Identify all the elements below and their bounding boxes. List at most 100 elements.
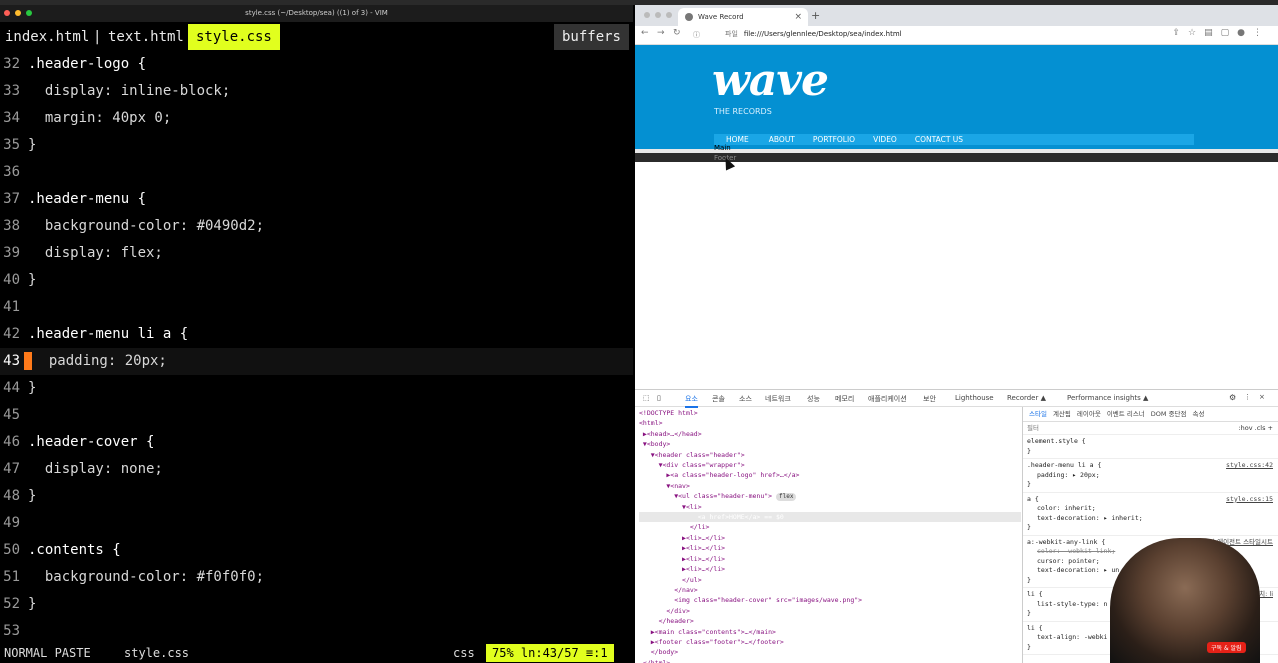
browser-tab[interactable]: Wave Record × <box>678 8 808 26</box>
reload-icon[interactable]: ↻ <box>673 28 681 38</box>
devtools-tab[interactable]: 메모리 <box>835 394 854 404</box>
code-text: } <box>28 596 37 612</box>
menu-item-contact[interactable]: CONTACT US <box>915 134 963 145</box>
dom-node[interactable]: ▶<head>…</head> <box>639 429 1021 439</box>
toolbar-icons[interactable]: ⇪☆▤▢●⋮ <box>1173 28 1270 38</box>
device-toggle-icon[interactable]: ▯ <box>657 394 661 402</box>
browser-window-controls[interactable] <box>644 12 672 18</box>
dom-node[interactable]: <img class="header-cover" src="images/wa… <box>639 595 1021 605</box>
menu-item-about[interactable]: ABOUT <box>769 134 795 145</box>
url-field[interactable]: 파일 file:///Users/glennlee/Desktop/sea/ind… <box>725 29 902 39</box>
dom-node[interactable]: <!DOCTYPE html> <box>639 408 1021 418</box>
filter-toggles[interactable]: :hov .cls + <box>1238 422 1273 434</box>
vim-statusline: NORMAL PASTE style.css css 75% ln:43/57 … <box>0 644 633 662</box>
code-text: } <box>28 272 37 288</box>
main-band <box>635 149 1278 153</box>
dom-node[interactable]: </body> <box>639 647 1021 657</box>
code-text: .header-cover { <box>28 434 155 450</box>
styles-tab[interactable]: DOM 중단점 <box>1151 410 1187 418</box>
subscribe-badge: 구독 & 알림 <box>1207 642 1246 653</box>
settings-gear-icon[interactable]: ⚙ <box>1229 393 1236 402</box>
maximize-window-icon[interactable] <box>666 12 672 18</box>
devtools-tab[interactable]: 소스 <box>739 394 752 404</box>
back-icon[interactable]: ← <box>641 28 649 38</box>
devtools-tab[interactable]: Lighthouse <box>955 394 994 402</box>
menu-item-video[interactable]: VIDEO <box>873 134 897 145</box>
close-window-icon[interactable] <box>4 10 10 16</box>
devtools-tab[interactable]: 보안 <box>923 394 936 404</box>
dom-node[interactable]: </ul> <box>639 575 1021 585</box>
dom-node[interactable]: ▶<li>…</li> <box>639 543 1021 553</box>
dom-node[interactable]: ▼<div class="wrapper"> <box>639 460 1021 470</box>
devtools-tab[interactable]: Recorder ▲ <box>1007 394 1046 402</box>
minimize-window-icon[interactable] <box>15 10 21 16</box>
dom-node[interactable]: </html> <box>639 658 1021 663</box>
dom-node[interactable]: ▼<body> <box>639 439 1021 449</box>
styles-tab[interactable]: 계산됨 <box>1053 410 1071 418</box>
styles-tab[interactable]: 스타일 <box>1029 410 1047 418</box>
devtools-tab[interactable]: Performance insights ▲ <box>1067 394 1148 402</box>
code-line: 45 <box>0 402 633 429</box>
dom-node[interactable]: ▶<footer class="footer">…</footer> <box>639 637 1021 647</box>
rule-source[interactable]: style.css:42 <box>1226 461 1273 471</box>
code-text: padding: 20px; <box>32 353 167 369</box>
rule-selector[interactable]: element.style { <box>1027 437 1275 447</box>
devtools-tab[interactable]: 콘솔 <box>712 394 725 404</box>
styles-tab[interactable]: 속성 <box>1193 410 1205 418</box>
dom-node[interactable]: <a href>HOME</a> == $0 <box>639 512 1021 523</box>
code-text: } <box>28 380 37 396</box>
styles-tab[interactable]: 레이아웃 <box>1077 410 1101 418</box>
buffer-tab-text[interactable]: text.html <box>108 24 184 50</box>
styles-filter[interactable]: 필터 :hov .cls + <box>1023 422 1278 435</box>
dom-node[interactable]: ▶<li>…</li> <box>639 564 1021 574</box>
minimize-window-icon[interactable] <box>655 12 661 18</box>
dom-node[interactable]: ▼<li> <box>639 502 1021 512</box>
code-line: 37 .header-menu { <box>0 186 633 213</box>
dom-node[interactable]: </nav> <box>639 585 1021 595</box>
css-declaration[interactable]: padding: ▸ 20px; <box>1027 471 1275 481</box>
dom-node[interactable]: </header> <box>639 616 1021 626</box>
dom-node[interactable]: ▼<nav> <box>639 481 1021 491</box>
code-line: 36 <box>0 159 633 186</box>
styles-tab[interactable]: 이벤트 리스너 <box>1107 410 1145 418</box>
dom-node[interactable]: <html> <box>639 418 1021 428</box>
dom-node[interactable]: </div> <box>639 606 1021 616</box>
devtools-tab[interactable]: 네트워크 <box>765 394 791 404</box>
code-area[interactable]: 32 .header-logo {33 display: inline-block… <box>0 51 633 645</box>
close-tab-icon[interactable]: × <box>794 8 802 26</box>
maximize-window-icon[interactable] <box>26 10 32 16</box>
line-number: 45 <box>3 407 20 423</box>
rule-source[interactable]: style.css:15 <box>1226 495 1273 505</box>
dom-tree[interactable]: <!DOCTYPE html> <html> ▶<head>…</head> ▼<… <box>639 408 1021 663</box>
code-line: 47 display: none; <box>0 456 633 483</box>
close-devtools-icon[interactable]: × <box>1259 393 1265 401</box>
css-declaration[interactable]: text-decoration: ▸ inherit; <box>1027 514 1275 524</box>
site-logo[interactable]: wave <box>712 55 829 106</box>
line-number: 43 <box>3 353 20 369</box>
inspect-icon[interactable]: ⬚ <box>643 394 650 402</box>
more-icon[interactable]: ⋮ <box>1244 393 1251 401</box>
devtools-tab[interactable]: 애플리케이션 <box>868 394 907 404</box>
buffer-tab-style-active[interactable]: style.css <box>188 24 280 50</box>
dom-node[interactable]: ▶<li>…</li> <box>639 533 1021 543</box>
devtools-tab[interactable]: 요소 <box>685 394 698 408</box>
close-window-icon[interactable] <box>644 12 650 18</box>
flex-badge[interactable]: flex <box>775 493 797 502</box>
dom-node[interactable]: ▼<ul class="header-menu"> flex <box>639 491 1021 502</box>
line-number: 52 <box>3 596 20 612</box>
dom-node[interactable]: </li> <box>639 522 1021 532</box>
mode-indicator: NORMAL PASTE <box>4 646 91 660</box>
css-declaration[interactable]: color: inherit; <box>1027 504 1275 514</box>
dom-node[interactable]: ▶<li>…</li> <box>639 554 1021 564</box>
window-controls[interactable] <box>4 10 32 16</box>
menu-item-portfolio[interactable]: PORTFOLIO <box>813 134 855 145</box>
new-tab-icon[interactable]: + <box>811 9 820 22</box>
buffer-tab-index[interactable]: index.html <box>5 24 89 50</box>
dom-node[interactable]: ▼<header class="header"> <box>639 450 1021 460</box>
devtools-tab[interactable]: 성능 <box>807 394 820 404</box>
dom-node[interactable]: ▶<main class="contents">…</main> <box>639 627 1021 637</box>
code-line: 40} <box>0 267 633 294</box>
forward-icon[interactable]: → <box>657 28 665 38</box>
info-icon[interactable]: ⓘ <box>693 30 700 40</box>
dom-node[interactable]: ▶<a class="header-logo" href>…</a> <box>639 470 1021 480</box>
